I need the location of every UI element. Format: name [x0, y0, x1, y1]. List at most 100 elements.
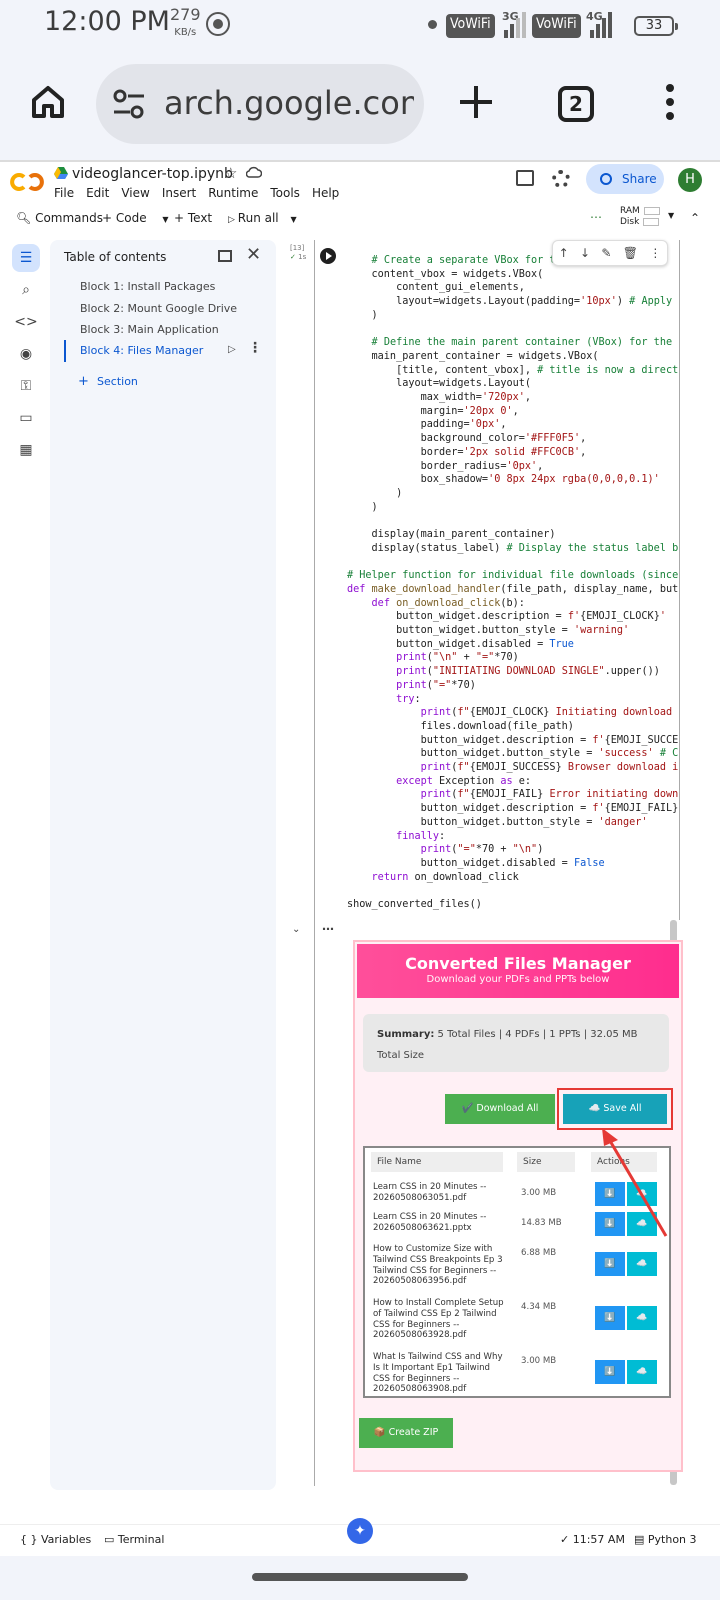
download-file-button[interactable]: ⬇️	[595, 1306, 625, 1330]
more-vert-icon[interactable]: ⋮	[248, 340, 262, 356]
find-icon[interactable]: ⌕	[12, 276, 40, 304]
status-time: 12:00 PM	[44, 6, 170, 37]
network-speed: 279 KB/s	[170, 5, 201, 40]
signal-icon-2	[588, 12, 614, 38]
star-icon[interactable]: ☆	[224, 164, 237, 182]
secrets-key-icon[interactable]: ⚿	[12, 372, 40, 400]
address-bar[interactable]: arch.google.com	[96, 64, 424, 144]
comment-icon[interactable]	[516, 170, 534, 186]
toc-item-block-1[interactable]: Block 1: Install Packages	[80, 280, 215, 293]
side-rail: ☰ ⌕ <> ◉ ⚿ ▭ ▦	[0, 240, 48, 1500]
resource-monitor[interactable]: RAM Disk	[620, 206, 660, 228]
annotation-arrow-icon	[602, 1128, 668, 1237]
download-all-button[interactable]: ✔️ Download All	[445, 1094, 555, 1124]
chevron-down-icon[interactable]: ▼	[290, 215, 296, 224]
move-up-icon[interactable]: ↑	[559, 246, 569, 260]
user-avatar[interactable]: H	[678, 168, 702, 192]
save-to-drive-button[interactable]: ☁️	[627, 1360, 657, 1384]
share-button[interactable]: Share	[586, 164, 664, 194]
status-bar: 12:00 PM 279 KB/s VoWiFi 3G VoWiFi 4G 33	[0, 0, 720, 50]
summary-label: Summary:	[377, 1029, 435, 1040]
gemini-sparkle-icon[interactable]: ✦	[347, 1518, 373, 1544]
menu-insert[interactable]: Insert	[162, 186, 196, 200]
file-name: What Is Tailwind CSS and Why Is It Impor…	[373, 1352, 503, 1395]
settings-gear-icon[interactable]	[552, 170, 570, 188]
network-speed-value: 279	[170, 5, 201, 24]
run-section-icon[interactable]: ▷	[228, 344, 236, 355]
run-all-button[interactable]: ▷ Run all ▼	[228, 211, 297, 225]
collapse-header-icon[interactable]: ⌃	[690, 211, 700, 225]
menu-help[interactable]: Help	[312, 186, 339, 200]
divider	[0, 160, 720, 162]
toc-icon[interactable]: ☰	[12, 244, 40, 272]
colab-logo[interactable]	[10, 172, 44, 192]
commands-button[interactable]: 🔍︎ Commands	[16, 211, 103, 225]
menu-tools[interactable]: Tools	[270, 186, 300, 200]
toc-item-block-3[interactable]: Block 3: Main Application	[80, 323, 219, 336]
signal-icon-1	[502, 12, 528, 38]
add-section-button[interactable]: + Section	[78, 374, 138, 389]
menu-bar: File Edit View Insert Runtime Tools Help	[54, 186, 339, 200]
notebook-title[interactable]: videoglancer-top.ipynb	[72, 166, 233, 182]
add-code-button[interactable]: + Code ▼	[102, 211, 169, 225]
check-icon: ✓	[290, 253, 296, 261]
file-size: 3.00 MB	[521, 1188, 557, 1198]
runtime-type[interactable]: ▤ Python 3	[634, 1533, 697, 1546]
popout-icon[interactable]	[218, 250, 232, 262]
code-snippets-icon[interactable]: <>	[12, 308, 40, 336]
toc-active-indicator	[64, 340, 66, 362]
battery-icon: 33	[634, 16, 678, 36]
data-table-icon[interactable]: ▦	[12, 436, 40, 464]
vowifi-badge-1: VoWiFi	[446, 14, 495, 38]
variables-icon: { }	[20, 1533, 41, 1546]
search-icon: 🔍︎	[16, 211, 36, 225]
files-folder-icon[interactable]: ▭	[12, 404, 40, 432]
toc-item-block-4[interactable]: Block 4: Files Manager	[80, 344, 203, 357]
toc-item-block-2[interactable]: Block 2: Mount Google Drive	[80, 302, 237, 315]
runtime-connected-icon: ⋯	[590, 210, 602, 224]
file-size: 6.88 MB	[521, 1248, 557, 1258]
file-name: Learn CSS in 20 Minutes -- 2026050806362…	[373, 1212, 487, 1233]
save-to-drive-button[interactable]: ☁️	[627, 1306, 657, 1330]
add-text-button[interactable]: + Text	[174, 211, 212, 225]
variables-button[interactable]: { } Variables	[20, 1533, 91, 1546]
menu-runtime[interactable]: Runtime	[208, 186, 258, 200]
widget-title: Converted Files Manager	[405, 954, 631, 973]
terminal-button[interactable]: ▭ Terminal	[104, 1533, 164, 1546]
chevron-down-icon[interactable]: ▼	[162, 215, 168, 224]
more-vert-icon[interactable]: ⋮	[649, 246, 661, 260]
menu-file[interactable]: File	[54, 186, 74, 200]
menu-view[interactable]: View	[121, 186, 149, 200]
last-run-status[interactable]: ✓ 11:57 AM	[560, 1533, 625, 1546]
edit-pencil-icon[interactable]: ✎	[601, 246, 611, 260]
save-to-drive-button[interactable]: ☁️	[627, 1252, 657, 1276]
browser-toolbar: arch.google.com 2	[0, 50, 720, 160]
move-down-icon[interactable]: ↓	[580, 246, 590, 260]
download-file-button[interactable]: ⬇️	[595, 1252, 625, 1276]
runtime-icon: ▤	[634, 1533, 648, 1546]
download-file-button[interactable]: ⬇️	[595, 1360, 625, 1384]
close-icon[interactable]: ✕	[246, 244, 261, 265]
code-editor[interactable]: # Create a separate VBox for the content…	[314, 240, 680, 920]
tab-switcher-button[interactable]: 2	[558, 86, 594, 122]
variables-inspector-icon[interactable]: ◉	[12, 340, 40, 368]
toc-title: Table of contents	[64, 250, 167, 264]
colab-toolbar: 🔍︎ Commands + Code ▼ + Text ▷ Run all ▼ …	[0, 204, 720, 234]
file-size: 4.34 MB	[521, 1302, 557, 1312]
home-icon[interactable]	[30, 84, 66, 120]
create-zip-button[interactable]: 📦 Create ZIP	[359, 1418, 453, 1448]
home-gesture-bar[interactable]	[252, 1573, 468, 1581]
cloud-saved-icon	[246, 166, 262, 178]
chevron-down-icon[interactable]: ▼	[668, 211, 674, 220]
site-settings-icon[interactable]	[112, 88, 146, 120]
collapse-output-icon[interactable]: ⌄	[292, 924, 300, 935]
url-text[interactable]: arch.google.com	[164, 84, 414, 122]
browser-menu-icon[interactable]	[664, 84, 676, 124]
menu-edit[interactable]: Edit	[86, 186, 109, 200]
new-tab-icon[interactable]	[458, 84, 494, 120]
notification-dot-icon	[428, 20, 437, 29]
code-content[interactable]: # Create a separate VBox for the content…	[347, 254, 678, 912]
table-header-name: File Name	[371, 1152, 503, 1172]
file-name: Learn CSS in 20 Minutes -- 2026050806305…	[373, 1182, 487, 1203]
delete-icon[interactable]: 🗑︎	[623, 246, 638, 260]
